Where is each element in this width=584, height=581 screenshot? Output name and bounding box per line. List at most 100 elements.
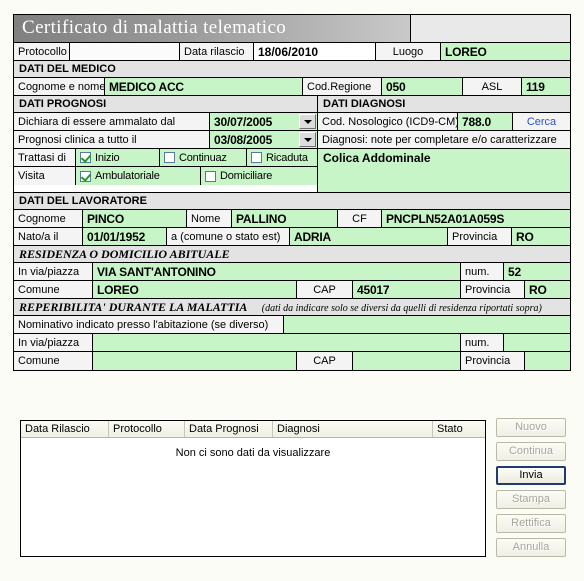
checkbox-continuaz[interactable]: Continuaz [160, 149, 247, 167]
asl-value[interactable]: 119 [522, 78, 570, 96]
diagnosi-column: DATI DIAGNOSI Cod. Nosologico (ICD9-CM) … [318, 96, 570, 192]
chevron-down-icon[interactable] [299, 114, 316, 129]
prognosi-a-tutto-label: Prognosi clinica a tutto il [14, 131, 210, 149]
checkbox-continuaz-box[interactable] [164, 152, 175, 163]
protocollo-input[interactable] [70, 43, 180, 61]
diagnosi-note-label: Diagnosi: note per completare e/o caratt… [318, 131, 570, 149]
chevron-down-icon[interactable] [299, 132, 316, 147]
cod-regione-value[interactable]: 050 [382, 78, 463, 96]
data-rilascio-label: Data rilascio [180, 43, 254, 61]
stampa-button[interactable]: Stampa [496, 490, 566, 509]
checkbox-ricaduta[interactable]: Ricaduta [247, 149, 317, 167]
action-button-column: Nuovo Continua Invia Stampa Rettifica An… [496, 418, 566, 562]
grid-column-protocollo[interactable]: Protocollo [109, 421, 185, 437]
grid-column-data-rilascio[interactable]: Data Rilascio [21, 421, 109, 437]
cognome-nome-medico-value[interactable]: MEDICO ACC [105, 78, 303, 96]
checkbox-ambulatoriale-label: Ambulatoriale [95, 170, 160, 182]
visita-row: Visita Ambulatoriale Domiciliare [14, 167, 317, 185]
diagnosi-note-value[interactable]: Colica Addominale [318, 149, 570, 192]
rettifica-button[interactable]: Rettifica [496, 514, 566, 533]
trattasi-di-label: Trattasi di [14, 149, 76, 167]
cf-value[interactable]: PNCPLN52A01A059S [382, 210, 570, 228]
checkbox-continuaz-label: Continuaz [179, 151, 227, 164]
checkbox-ricaduta-label: Ricaduta [266, 151, 308, 164]
grid-empty-message: Non ci sono dati da visualizzare [175, 447, 331, 459]
title-bar-spacer [411, 15, 570, 42]
checkbox-domiciliare[interactable]: Domiciliare [201, 167, 317, 185]
annulla-button[interactable]: Annulla [496, 538, 566, 557]
reperibilita-cap-value[interactable] [353, 352, 461, 370]
residenza-cap-value[interactable]: 45017 [353, 281, 461, 299]
reperibilita-via-value[interactable] [93, 334, 461, 352]
cod-nosologico-row: Cod. Nosologico (ICD9-CM) 788.0 Cerca [318, 113, 570, 131]
cognome-value[interactable]: PINCO [83, 210, 187, 228]
prognosi-a-tutto-value: 03/08/2005 [214, 132, 273, 147]
nome-value[interactable]: PALLINO [232, 210, 338, 228]
checkbox-inizio-label: Inizio [95, 151, 120, 164]
residenza-via-label: In via/piazza [14, 263, 93, 281]
checkbox-domiciliare-box[interactable] [205, 170, 216, 182]
checkbox-ambulatoriale-box[interactable] [80, 170, 91, 182]
section-dati-del-lavoratore: DATI DEL LAVORATORE [14, 193, 570, 210]
prognosi-a-tutto-row: Prognosi clinica a tutto il 03/08/2005 [14, 131, 317, 149]
certificate-form-panel: Certificato di malattia telematico Proto… [13, 14, 571, 371]
certificates-grid[interactable]: Data Rilascio Protocollo Data Prognosi D… [20, 420, 486, 557]
invia-button[interactable]: Invia [496, 466, 566, 485]
reperibilita-nominativo-label: Nominativo indicato presso l'abitazione … [14, 316, 284, 334]
reperibilita-num-value[interactable] [504, 334, 570, 352]
grid-header-row: Data Rilascio Protocollo Data Prognosi D… [21, 421, 485, 438]
ammalato-dal-field[interactable]: 30/07/2005 [210, 113, 317, 131]
checkbox-inizio-box[interactable] [80, 152, 91, 163]
luogo-label: Luogo [376, 43, 441, 61]
section-dati-diagnosi: DATI DIAGNOSI [318, 96, 570, 113]
residenza-provincia-label: Provincia [461, 281, 525, 299]
reperibilita-comune-label: Comune [14, 352, 93, 370]
reperibilita-nominativo-value[interactable] [284, 316, 570, 334]
continua-button[interactable]: Continua [496, 442, 566, 461]
checkbox-domiciliare-label: Domiciliare [220, 170, 273, 182]
cognome-label: Cognome [14, 210, 83, 228]
data-rilascio-value[interactable]: 18/06/2010 [254, 43, 376, 61]
nome-label: Nome [187, 210, 232, 228]
section-residenza-text: RESIDENZA O DOMICILIO ABITUALE [19, 247, 230, 261]
checkbox-ambulatoriale[interactable]: Ambulatoriale [76, 167, 201, 185]
reperibilita-via-label: In via/piazza [14, 334, 93, 352]
nato-il-value[interactable]: 01/01/1952 [83, 228, 167, 246]
provincia-nascita-value[interactable]: RO [512, 228, 570, 246]
residenza-comune-value[interactable]: LOREO [93, 281, 297, 299]
residenza-cap-label: CAP [297, 281, 353, 299]
page-title: Certificato di malattia telematico [14, 15, 411, 42]
luogo-value[interactable]: LOREO [441, 43, 570, 61]
trattasi-di-row: Trattasi di Inizio Continuaz Ricaduta [14, 149, 317, 167]
grid-column-data-prognosi[interactable]: Data Prognosi [185, 421, 273, 437]
reperibilita-comune-row: Comune CAP Provincia [14, 352, 570, 370]
lavoratore-anagrafica-row: Cognome PINCO Nome PALLINO CF PNCPLN52A0… [14, 210, 570, 228]
residenza-via-row: In via/piazza VIA SANT'ANTONINO num. 52 [14, 263, 570, 281]
grid-column-stato[interactable]: Stato [433, 421, 485, 437]
visita-label: Visita [14, 167, 76, 185]
cod-nosologico-value[interactable]: 788.0 [458, 113, 513, 131]
comune-nascita-label: a (comune o stato est) [167, 228, 290, 246]
residenza-num-value[interactable]: 52 [504, 263, 570, 281]
residenza-num-label: num. [461, 263, 504, 281]
reperibilita-provincia-value[interactable] [525, 352, 570, 370]
cognome-nome-medico-label: Cognome e nome [14, 78, 105, 96]
cod-regione-label: Cod.Regione [303, 78, 382, 96]
residenza-provincia-value[interactable]: RO [525, 281, 570, 299]
residenza-comune-row: Comune LOREO CAP 45017 Provincia RO [14, 281, 570, 299]
grid-column-diagnosi[interactable]: Diagnosi [273, 421, 433, 437]
section-dati-del-medico: DATI DEL MEDICO [14, 61, 570, 78]
comune-nascita-value[interactable]: ADRIA [290, 228, 448, 246]
protocollo-label: Protocollo [14, 43, 70, 61]
residenza-via-value[interactable]: VIA SANT'ANTONINO [93, 263, 461, 281]
ammalato-dal-label: Dichiara di essere ammalato dal [14, 113, 210, 131]
checkbox-inizio[interactable]: Inizio [76, 149, 160, 167]
prognosi-a-tutto-field[interactable]: 03/08/2005 [210, 131, 317, 149]
reperibilita-comune-value[interactable] [93, 352, 297, 370]
cerca-link[interactable]: Cerca [513, 113, 570, 131]
reperibilita-num-label: num. [461, 334, 504, 352]
cf-label: CF [338, 210, 382, 228]
checkbox-ricaduta-box[interactable] [251, 152, 262, 163]
provincia-nascita-label: Provincia [448, 228, 512, 246]
nuovo-button[interactable]: Nuovo [496, 418, 566, 437]
